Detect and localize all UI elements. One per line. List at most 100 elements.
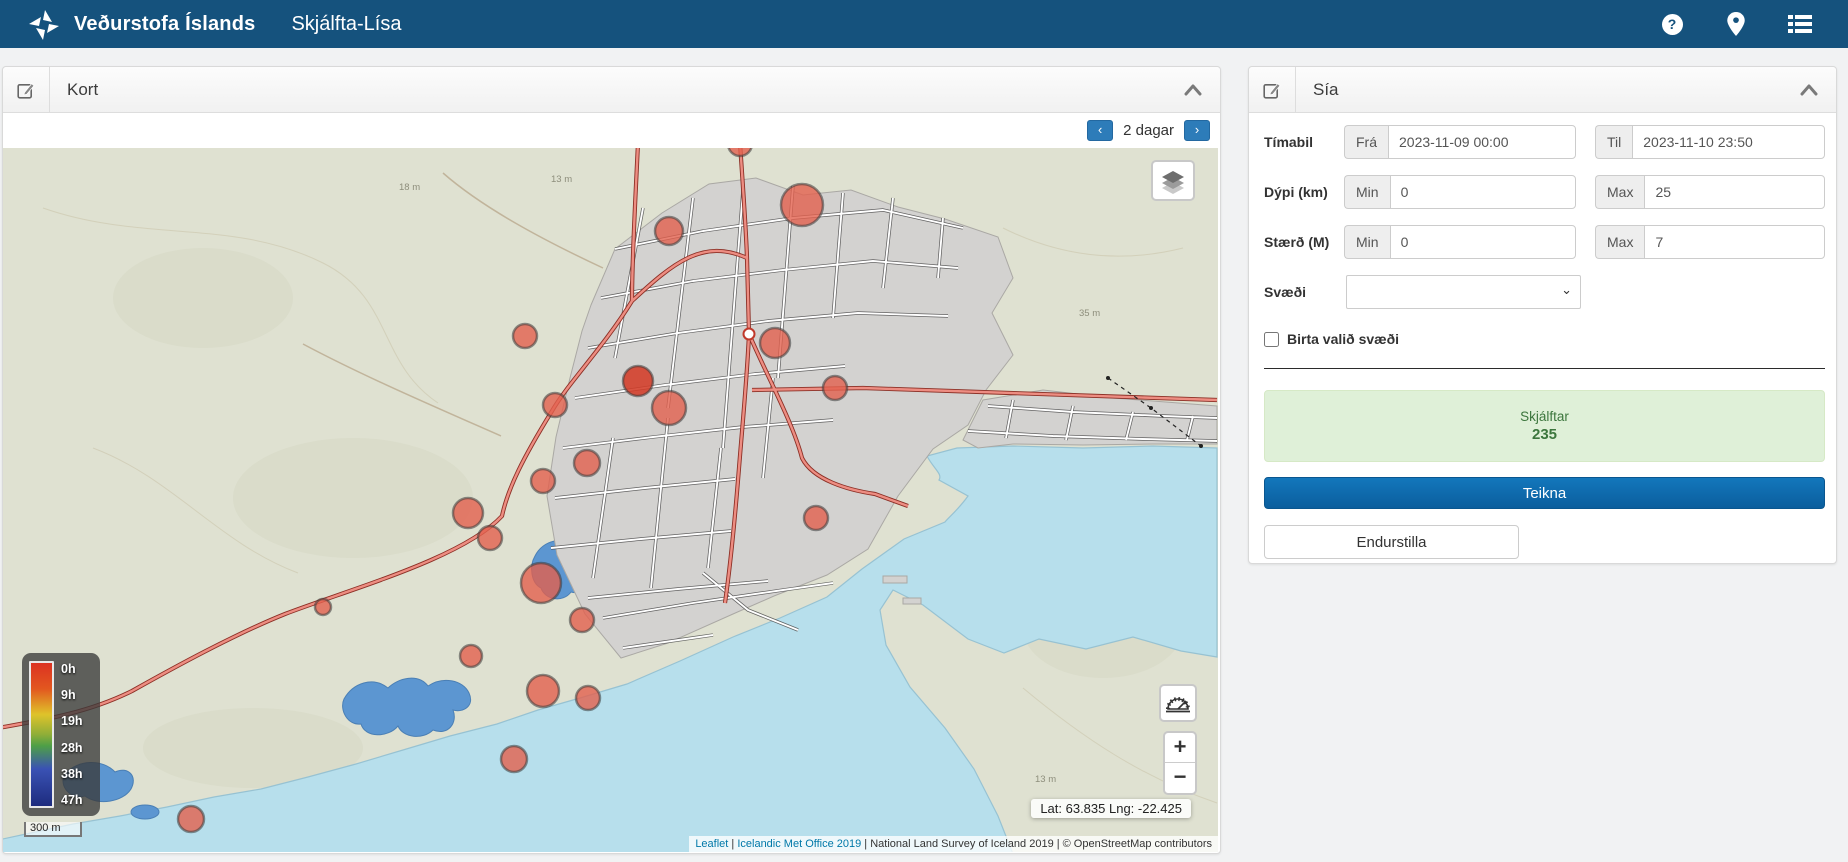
from-addon: Frá — [1344, 125, 1388, 159]
contour-label: 35 m — [1079, 308, 1100, 319]
area-label: Svæði — [1264, 284, 1346, 300]
location-button[interactable] — [1724, 12, 1748, 36]
quake-marker[interactable] — [570, 608, 594, 632]
quake-marker[interactable] — [501, 746, 527, 772]
quake-marker[interactable] — [576, 686, 600, 710]
period-label: Tímabil — [1264, 134, 1344, 150]
quake-marker[interactable] — [652, 391, 686, 425]
magnitude-min-input[interactable] — [1390, 225, 1576, 259]
result-count: 235 — [1532, 426, 1557, 443]
quake-marker[interactable] — [315, 599, 331, 615]
depth-label: Dýpi (km) — [1264, 184, 1344, 200]
legend-gradient-bar — [29, 661, 54, 808]
question-icon: ? — [1662, 14, 1683, 35]
magnitude-row: Stærð (M) Min Max — [1264, 225, 1825, 259]
imo-logo-icon — [26, 6, 62, 42]
area-row: Svæði ⌄ — [1264, 275, 1825, 309]
collapse-map-panel-icon[interactable] — [1184, 84, 1202, 96]
quake-marker[interactable] — [521, 563, 561, 603]
quake-marker[interactable] — [760, 328, 790, 358]
depth-row: Dýpi (km) Min Max — [1264, 175, 1825, 209]
quake-marker[interactable] — [655, 217, 683, 245]
result-box: Skjálftar 235 — [1264, 390, 1825, 462]
map-pin-icon — [1727, 12, 1745, 36]
legend-label: 47h — [61, 793, 93, 807]
quake-marker[interactable] — [460, 645, 482, 667]
area-select[interactable] — [1346, 275, 1581, 309]
map-panel-header: Kort — [3, 67, 1220, 113]
magnitude-max-addon: Max — [1595, 225, 1644, 259]
from-date-input[interactable] — [1388, 125, 1576, 159]
imo-link[interactable]: Icelandic Met Office 2019 — [737, 838, 861, 850]
leaflet-map[interactable]: 18 m 13 m 35 m 13 m + − Lat: 63.835 Lng: -2… — [3, 148, 1218, 852]
top-navbar: Veðurstofa Íslands Skjálfta-Lísa ? — [0, 0, 1848, 48]
list-icon — [1788, 14, 1812, 34]
quake-marker[interactable] — [823, 376, 847, 400]
magnitude-label: Stærð (M) — [1264, 234, 1344, 250]
protractor-icon — [1165, 690, 1191, 716]
to-date-input[interactable] — [1632, 125, 1825, 159]
legend-label: 0h — [61, 662, 93, 676]
zoom-control: + − — [1163, 731, 1197, 795]
show-area-checkbox[interactable] — [1264, 332, 1279, 347]
contour-label: 13 m — [1035, 774, 1056, 785]
time-nav-label: 2 dagar — [1123, 122, 1174, 139]
leaflet-link[interactable]: Leaflet — [695, 838, 728, 850]
quake-marker[interactable] — [513, 324, 537, 348]
app-title: Skjálfta-Lísa — [291, 13, 401, 36]
edit-icon — [1263, 81, 1281, 99]
brand-name: Veðurstofa Íslands — [74, 13, 255, 36]
depth-max-addon: Max — [1595, 175, 1644, 209]
filter-panel-title: Sía — [1296, 80, 1339, 100]
quake-marker[interactable] — [543, 393, 567, 417]
quake-marker[interactable] — [804, 506, 828, 530]
period-row: Tímabil Frá Til — [1264, 125, 1825, 159]
legend-label: 38h — [61, 767, 93, 781]
prev-period-button[interactable]: ‹ — [1087, 120, 1113, 141]
age-legend: 0h 9h 19h 28h 38h 47h — [22, 653, 100, 816]
map-attribution: Leaflet | Icelandic Met Office 2019 | Na… — [689, 836, 1218, 852]
quake-marker[interactable] — [178, 806, 204, 832]
time-nav: ‹ 2 dagar › — [3, 113, 1220, 148]
divider — [1264, 368, 1825, 369]
show-area-checkbox-label: Birta valið svæði — [1287, 331, 1399, 347]
attribution-rest: | National Land Survey of Iceland 2019 |… — [861, 838, 1212, 850]
layers-control[interactable] — [1151, 160, 1195, 201]
depth-min-input[interactable] — [1390, 175, 1576, 209]
draw-button[interactable]: Teikna — [1264, 477, 1825, 509]
map-panel-icon-cell[interactable] — [3, 67, 50, 112]
help-button[interactable]: ? — [1660, 12, 1684, 36]
quake-marker[interactable] — [453, 498, 483, 528]
quake-marker[interactable] — [478, 526, 502, 550]
measure-control[interactable] — [1159, 684, 1197, 722]
map-panel: Kort ‹ 2 dagar › — [2, 66, 1221, 854]
legend-label: 9h — [61, 688, 93, 702]
menu-button[interactable] — [1788, 12, 1812, 36]
depth-min-addon: Min — [1344, 175, 1390, 209]
filter-panel-icon-cell[interactable] — [1249, 67, 1296, 112]
magnitude-min-addon: Min — [1344, 225, 1390, 259]
quake-marker[interactable] — [531, 469, 555, 493]
quake-marker[interactable] — [623, 366, 653, 396]
quake-marker[interactable] — [527, 675, 559, 707]
contour-label: 18 m — [399, 182, 420, 193]
depth-max-input[interactable] — [1644, 175, 1825, 209]
attribution-sep: | — [728, 838, 737, 850]
next-period-button[interactable]: › — [1184, 120, 1210, 141]
collapse-filter-panel-icon[interactable] — [1800, 84, 1818, 96]
reset-button[interactable]: Endurstilla — [1264, 525, 1519, 559]
zoom-in-button[interactable]: + — [1165, 733, 1195, 763]
magnitude-max-input[interactable] — [1644, 225, 1825, 259]
legend-label: 28h — [61, 741, 93, 755]
zoom-out-button[interactable]: − — [1165, 763, 1195, 793]
quake-marker[interactable] — [574, 450, 600, 476]
result-label: Skjálftar — [1520, 409, 1569, 424]
legend-label: 19h — [61, 714, 93, 728]
coords-display: Lat: 63.835 Lng: -22.425 — [1031, 799, 1191, 818]
scale-bar: 300 m — [24, 822, 82, 837]
map-canvas: 18 m 13 m 35 m 13 m — [3, 148, 1218, 852]
filter-panel: Sía Tímabil Frá Til Dýpi (km) Min — [1248, 66, 1837, 564]
to-addon: Til — [1595, 125, 1632, 159]
quake-marker[interactable] — [781, 184, 823, 226]
contour-label: 13 m — [551, 174, 572, 185]
